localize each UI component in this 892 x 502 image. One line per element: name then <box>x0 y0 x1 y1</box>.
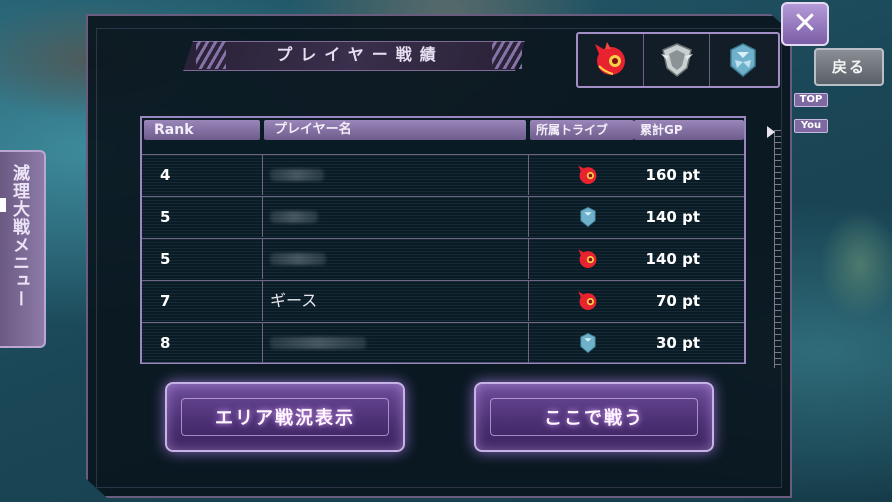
player-name-redacted <box>270 337 366 349</box>
table-row[interactable]: 5 140 pt <box>142 238 744 279</box>
column-divider <box>528 323 529 363</box>
ranking-table: Rank プレイヤー名 所属トライブ 累計GP 4 160 pt 5 140 p… <box>140 116 746 364</box>
row-gp: 30 pt <box>655 334 700 352</box>
title-decoration <box>196 41 226 69</box>
area-status-button[interactable]: エリア戦況表示 <box>165 382 405 452</box>
table-row[interactable]: 8 30 pt <box>142 322 744 363</box>
crest-icon <box>660 43 693 77</box>
fight-here-button[interactable]: ここで戦う <box>474 382 714 452</box>
player-name-redacted <box>270 169 324 181</box>
row-rank: 5 <box>160 250 171 268</box>
table-row[interactable]: 5 140 pt <box>142 196 744 237</box>
row-gp: 70 pt <box>655 292 700 310</box>
fire-dragon-icon <box>578 291 597 310</box>
fire-dragon-icon <box>594 42 625 75</box>
scroll-you-tag[interactable]: You <box>794 119 828 133</box>
fire-dragon-icon <box>578 249 597 268</box>
ice-crystal-icon <box>730 43 756 77</box>
row-rank: 4 <box>160 166 171 184</box>
row-gp: 140 pt <box>645 208 700 226</box>
row-gp: 160 pt <box>645 166 700 184</box>
tribe-filter <box>576 32 780 88</box>
row-rank: 8 <box>160 334 171 352</box>
header-rank: Rank <box>144 120 260 140</box>
column-divider <box>262 197 263 237</box>
table-row[interactable]: 7 ギース 70 pt <box>142 280 744 321</box>
column-divider <box>528 197 529 237</box>
close-icon: ✕ <box>792 6 818 41</box>
row-rank: 5 <box>160 208 171 226</box>
row-rank: 7 <box>160 292 171 310</box>
player-name-redacted <box>270 253 326 265</box>
row-player-name: ギース <box>270 291 318 310</box>
table-header: Rank プレイヤー名 所属トライブ 累計GP <box>142 118 744 142</box>
side-menu-tab[interactable]: 滅理大戦メニュー <box>0 150 46 348</box>
ice-crystal-icon <box>580 206 596 228</box>
background-rock <box>820 210 892 320</box>
back-button[interactable]: 戻る <box>814 48 884 86</box>
scroll-top-tag[interactable]: TOP <box>794 93 828 107</box>
table-row[interactable]: 4 160 pt <box>142 154 744 195</box>
header-gp: 累計GP <box>634 120 744 140</box>
column-divider <box>262 155 263 195</box>
close-button[interactable]: ✕ <box>781 2 829 46</box>
column-divider <box>528 281 529 321</box>
side-menu-label: 滅理大戦メニュー <box>9 164 29 308</box>
scroll-rail[interactable] <box>774 130 785 368</box>
scroll-thumb[interactable] <box>767 126 775 138</box>
area-status-label: エリア戦況表示 <box>215 408 355 429</box>
fight-here-label: ここで戦う <box>544 408 644 429</box>
tribe-filter-crest[interactable] <box>644 34 710 86</box>
column-divider <box>262 323 263 363</box>
column-divider <box>528 155 529 195</box>
fire-dragon-icon <box>578 165 597 184</box>
page-title: プレイヤー戦績 <box>276 45 444 64</box>
header-tribe: 所属トライブ <box>530 120 634 140</box>
column-divider <box>528 239 529 279</box>
ice-crystal-icon <box>580 332 596 354</box>
header-player-name: プレイヤー名 <box>264 120 526 140</box>
row-gp: 140 pt <box>645 250 700 268</box>
column-divider <box>262 281 263 321</box>
title-decoration <box>492 41 522 69</box>
side-tab-marker <box>0 198 6 212</box>
player-name-redacted <box>270 211 318 223</box>
tribe-filter-fire-dragon[interactable] <box>578 34 644 86</box>
tribe-filter-ice-crystal[interactable] <box>710 34 776 86</box>
column-divider <box>262 239 263 279</box>
